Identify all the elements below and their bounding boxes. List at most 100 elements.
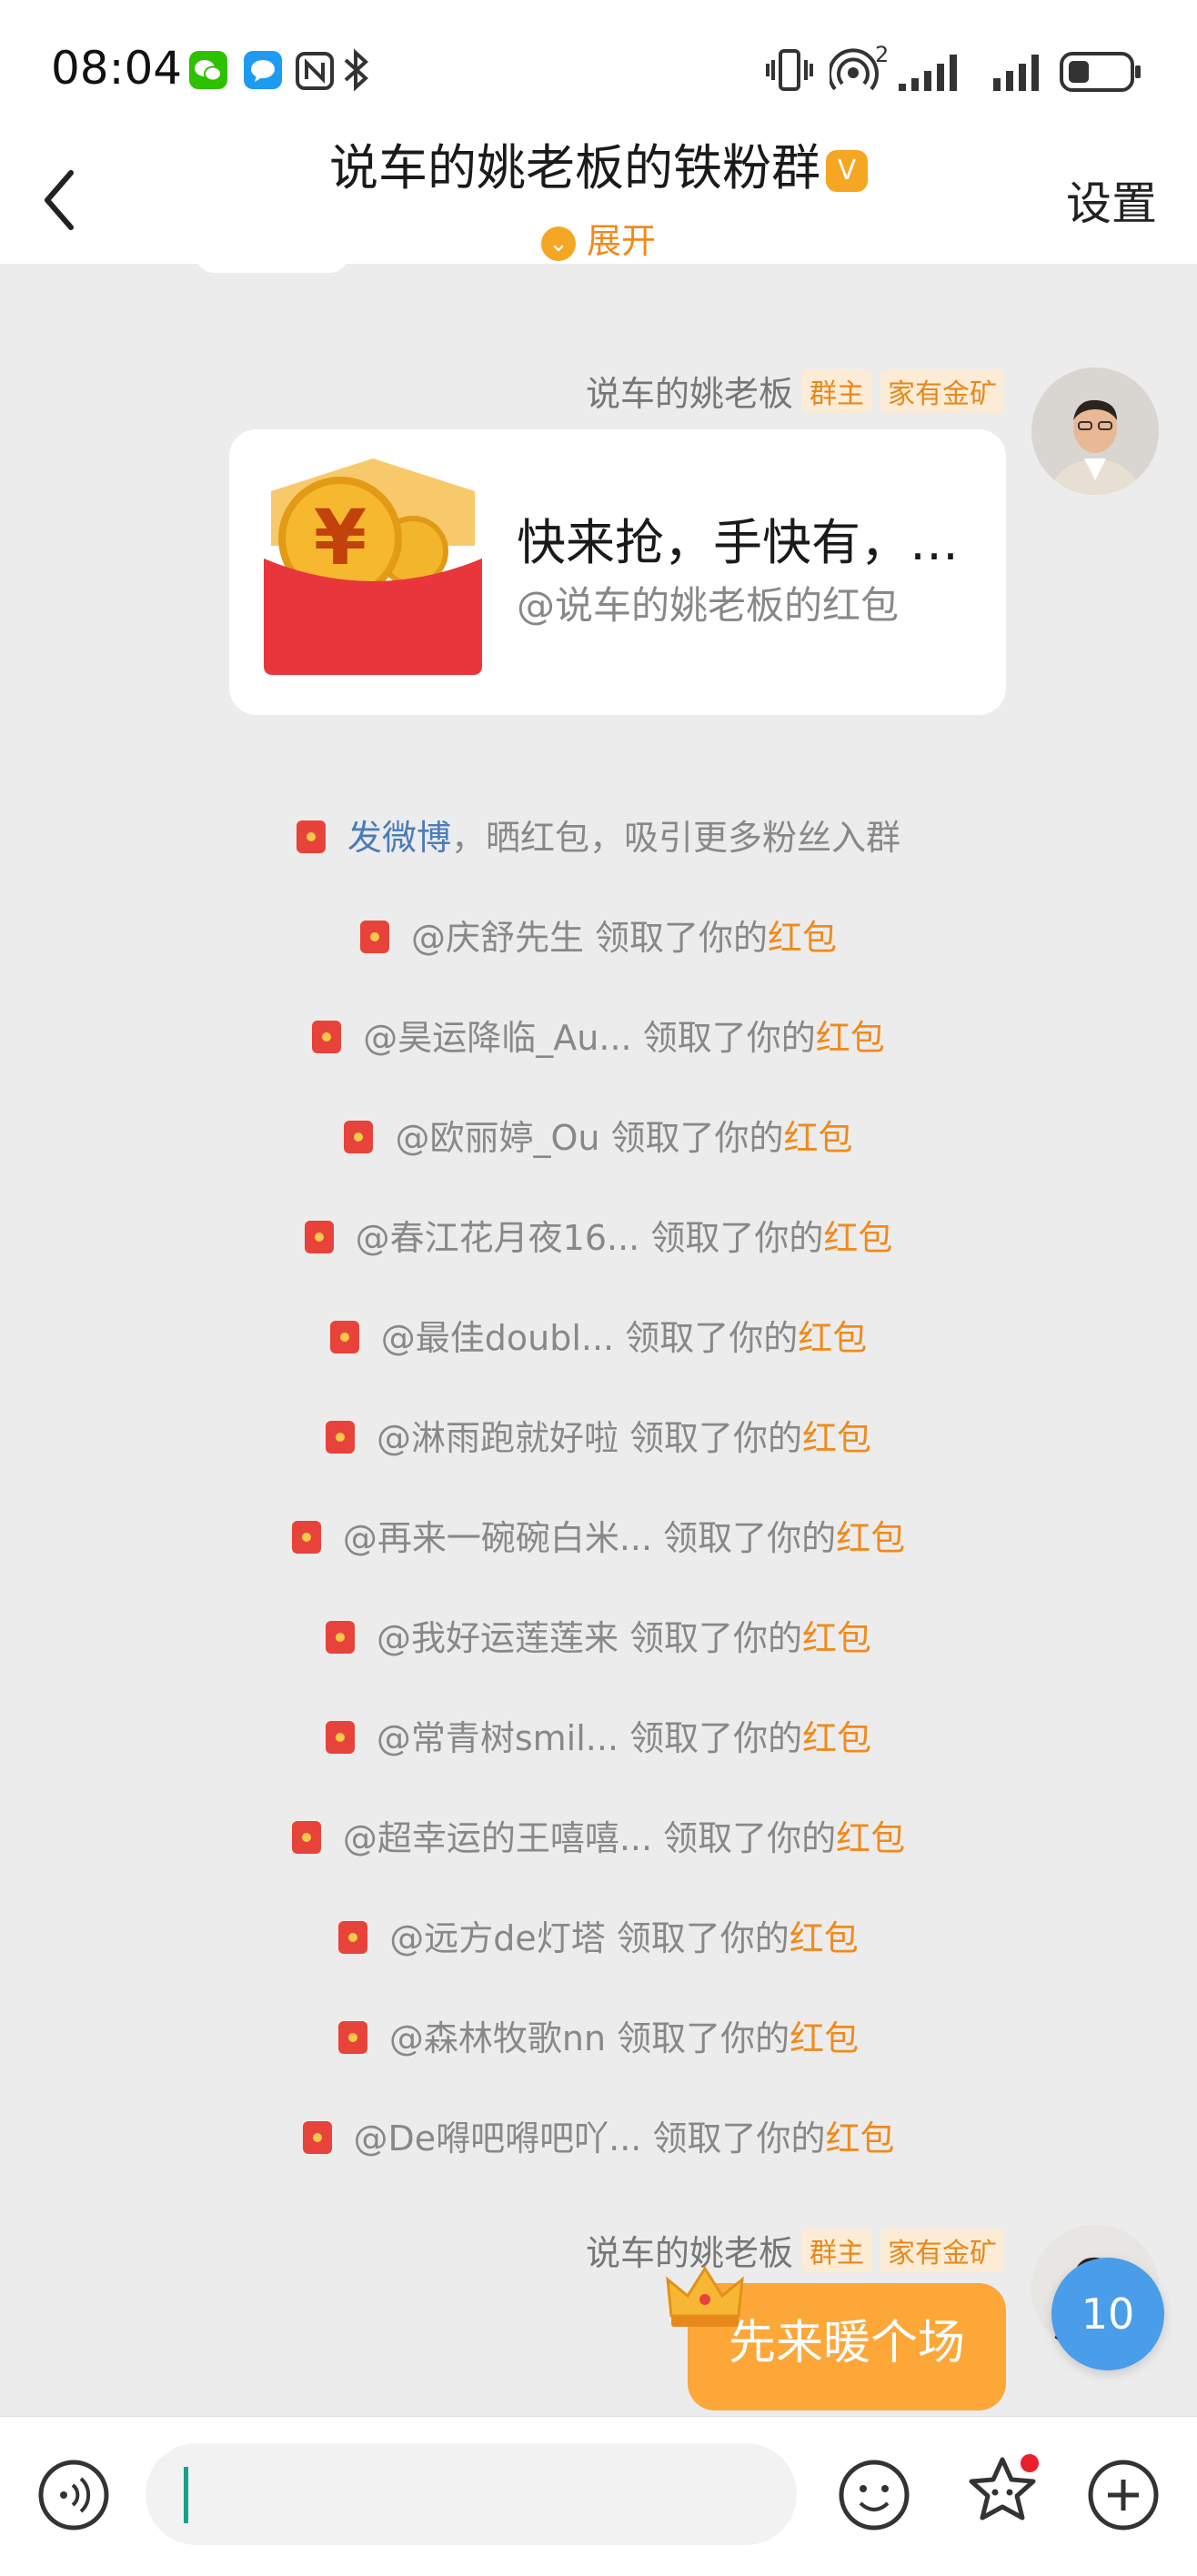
claimer-name[interactable]: @森林牧歌nn (389, 2018, 606, 2058)
claim-text: 领取了你的 (631, 1018, 816, 1058)
claim-text: 领取了你的 (618, 1618, 803, 1658)
claimer-name[interactable]: @超幸运的王嘻嘻... (343, 1818, 652, 1858)
claim-notice: @春江花月夜16... 领取了你的红包 (0, 1210, 1197, 1260)
claim-notice: @昊运降临_Au... 领取了你的红包 (0, 1010, 1197, 1060)
system-notice: 发微博，晒红包，吸引更多粉丝入群 (0, 810, 1197, 860)
red-packet-icon: ¥ (264, 458, 482, 675)
claim-text: 领取了你的 (599, 1118, 784, 1158)
message-icon (244, 51, 282, 89)
claimer-name[interactable]: @昊运降临_Au... (363, 1018, 631, 1058)
red-packet-icon (359, 920, 389, 953)
claim-notice: @远方de灯塔 领取了你的红包 (0, 1910, 1197, 1960)
red-packet-link[interactable]: 红包 (816, 1018, 885, 1058)
claimer-name[interactable]: @淋雨跑就好啦 (377, 1418, 619, 1458)
red-packet-link[interactable]: 红包 (790, 2018, 859, 2058)
red-packet-link[interactable]: 红包 (836, 1818, 905, 1858)
red-packet-icon (337, 2020, 367, 2054)
previous-message-bubble[interactable] (195, 246, 349, 273)
red-packet-title: 快来抢，手快有，… (517, 514, 959, 571)
red-packet-icon (312, 1020, 342, 1053)
claimer-name[interactable]: @最佳doubl... (381, 1318, 614, 1358)
red-packet-link[interactable]: 红包 (784, 1118, 853, 1158)
text-caret (184, 2467, 188, 2523)
yuan-symbol: ¥ (314, 493, 367, 582)
unread-count-badge[interactable]: 10 (1051, 2258, 1164, 2370)
red-packet-icon (338, 1920, 368, 1954)
honor-tag: 家有金矿 (880, 368, 1004, 413)
status-time: 08:04 (51, 42, 183, 95)
claimer-name[interactable]: @庆舒先生 (411, 918, 584, 958)
claim-notice: @我好运莲莲来 领取了你的红包 (0, 1610, 1197, 1660)
red-packet-link[interactable]: 红包 (825, 2118, 894, 2158)
notice-text: ，晒红包，吸引更多粉丝入群 (451, 818, 901, 858)
red-packet-icon (302, 2120, 332, 2154)
claim-text: 领取了你的 (583, 918, 769, 958)
red-packet-link[interactable]: 红包 (790, 1918, 859, 1958)
red-packet-icon (291, 1520, 321, 1554)
group-title: 说车的姚老板的铁粉群 (329, 139, 820, 196)
role-tag: 群主 (802, 2228, 871, 2272)
claim-notice: @常青树smil... 领取了你的红包 (0, 1710, 1197, 1760)
sender-name: 说车的姚老板 (585, 374, 793, 414)
wechat-icon (189, 51, 227, 89)
settings-button[interactable]: 设置 (1066, 167, 1157, 233)
expand-button[interactable]: ⌄ 展开 (0, 213, 1197, 263)
avatar[interactable] (1031, 367, 1159, 495)
expand-label: 展开 (586, 221, 656, 261)
red-packet-icon (291, 1820, 321, 1854)
sticker-icon[interactable] (961, 2452, 1044, 2534)
red-packet-icon (325, 1620, 355, 1654)
role-tag: 群主 (802, 368, 871, 413)
message-sender-row: 说车的姚老板 群主 家有金矿 (586, 2225, 1004, 2275)
vibrate-icon (766, 49, 813, 91)
signal-sup: 2 (875, 42, 890, 67)
claim-notice: @森林牧歌nn 领取了你的红包 (0, 2010, 1197, 2060)
crown-icon (666, 2266, 744, 2327)
claim-text: 领取了你的 (605, 1918, 790, 1958)
verified-badge-icon: V (826, 150, 868, 193)
claim-notice: @最佳doubl... 领取了你的红包 (0, 1310, 1197, 1360)
red-packet-link[interactable]: 红包 (802, 1418, 871, 1458)
red-packet-icon (325, 1420, 355, 1454)
signal-icon (899, 55, 957, 91)
claimer-name[interactable]: @欧丽婷_Ou (395, 1118, 599, 1158)
red-packet-link[interactable]: 红包 (768, 918, 837, 958)
claim-notice: @欧丽婷_Ou 领取了你的红包 (0, 1110, 1197, 1160)
red-packet-icon (296, 820, 326, 853)
honor-tag: 家有金矿 (880, 2228, 1004, 2272)
claimer-name[interactable]: @我好运莲莲来 (377, 1618, 619, 1658)
claim-text: 领取了你的 (618, 1418, 803, 1458)
add-icon[interactable] (1086, 2458, 1161, 2532)
chevron-down-icon: ⌄ (540, 226, 576, 261)
signal-icon (993, 55, 1039, 91)
red-packet-icon (344, 1120, 374, 1153)
post-weibo-link[interactable]: 发微博 (347, 818, 451, 858)
red-packet-link[interactable]: 红包 (802, 1718, 871, 1758)
claimer-name[interactable]: @常青树smil... (377, 1718, 619, 1758)
voice-icon[interactable] (36, 2458, 111, 2532)
red-packet-link[interactable]: 红包 (836, 1518, 905, 1558)
red-packet-link[interactable]: 红包 (798, 1318, 867, 1358)
chat-title-row[interactable]: 说车的姚老板的铁粉群 V (0, 127, 1197, 199)
claim-notice: @超幸运的王嘻嘻... 领取了你的红包 (0, 1810, 1197, 1860)
red-packet-icon (325, 1720, 355, 1754)
claim-notice: @De嘚吧嘚吧吖... 领取了你的红包 (0, 2110, 1197, 2160)
bluetooth-icon (344, 48, 368, 92)
emoji-icon[interactable] (837, 2458, 911, 2532)
red-packet-subtitle: @说车的姚老板的红包 (517, 583, 900, 628)
message-sender-row: 说车的姚老板 群主 家有金矿 (586, 366, 1004, 416)
claim-text: 领取了你的 (652, 1818, 837, 1858)
red-packet-icon (304, 1220, 334, 1253)
claim-notice: @淋雨跑就好啦 领取了你的红包 (0, 1410, 1197, 1460)
claim-notice: @再来一碗碗白米... 领取了你的红包 (0, 1510, 1197, 1560)
claim-notice: @庆舒先生 领取了你的红包 (0, 910, 1197, 960)
claim-text: 领取了你的 (639, 1218, 824, 1258)
nfc-icon (296, 52, 334, 90)
red-packet-link[interactable]: 红包 (823, 1218, 892, 1258)
message-input[interactable] (146, 2443, 797, 2545)
claimer-name[interactable]: @再来一碗碗白米... (343, 1518, 652, 1558)
claimer-name[interactable]: @春江花月夜16... (356, 1218, 640, 1258)
red-packet-link[interactable]: 红包 (802, 1618, 871, 1658)
claimer-name[interactable]: @De嘚吧嘚吧吖... (354, 2118, 642, 2158)
claimer-name[interactable]: @远方de灯塔 (389, 1918, 606, 1958)
